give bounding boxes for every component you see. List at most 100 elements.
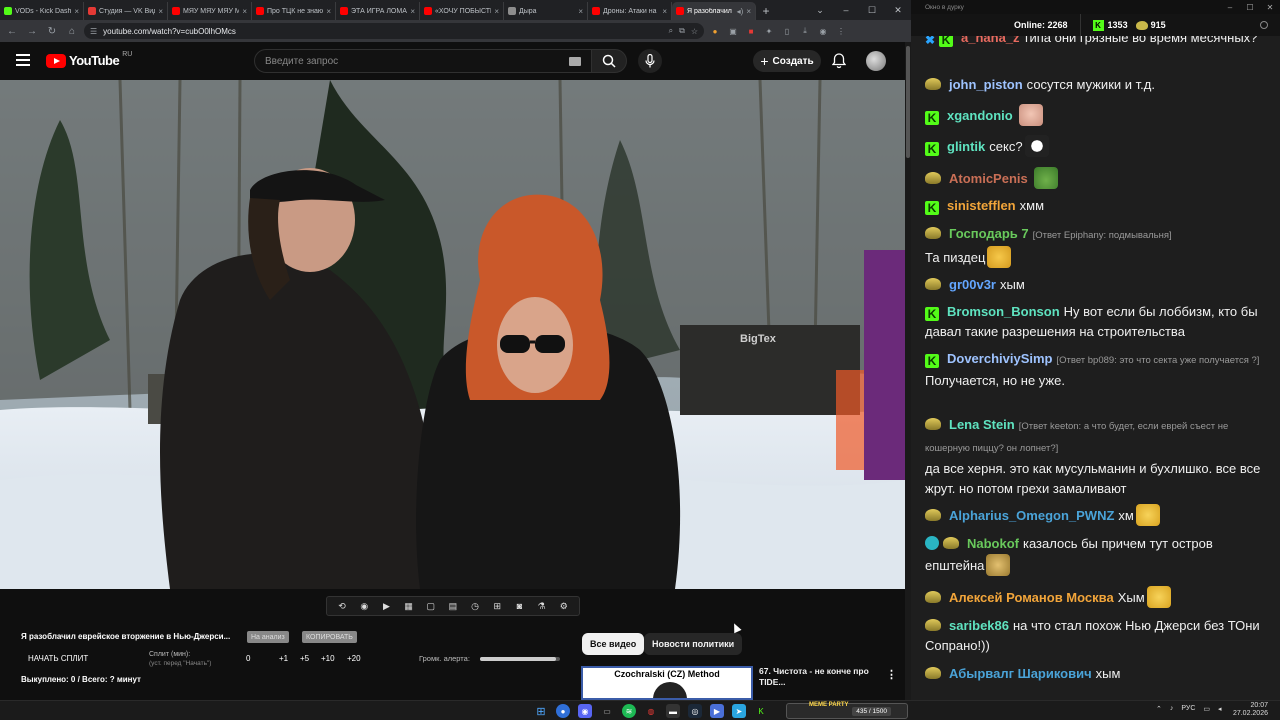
meme-party-widget[interactable]: MEME PARTY 435 / 1500 bbox=[786, 702, 908, 719]
close-icon[interactable]: × bbox=[746, 7, 751, 16]
extension-icon[interactable]: ▣ bbox=[726, 24, 740, 38]
sidebar-icon[interactable]: ▯ bbox=[780, 24, 794, 38]
minimize-icon[interactable]: – bbox=[1220, 3, 1240, 12]
chat-username[interactable]: Bromson_Bonson bbox=[947, 304, 1060, 319]
discord-icon[interactable]: ◉ bbox=[578, 704, 592, 718]
clapper-icon[interactable]: ▦ bbox=[403, 600, 415, 612]
close-icon[interactable]: × bbox=[410, 7, 415, 16]
keyboard-icon[interactable] bbox=[569, 57, 581, 66]
back-icon[interactable]: ← bbox=[4, 23, 20, 39]
split-plus-20[interactable]: +20 bbox=[347, 654, 361, 663]
filter-all-videos[interactable]: Все видео bbox=[582, 633, 645, 655]
split-plus-5[interactable]: +5 bbox=[300, 654, 309, 663]
camera-icon[interactable]: ◙ bbox=[513, 600, 525, 612]
chat-username[interactable]: Nabokof bbox=[967, 536, 1019, 551]
tab-6[interactable]: «ХОЧУ ПОБЫСТРЕ× bbox=[420, 2, 504, 20]
recommendation-thumbnail[interactable]: Czochralski (CZ) Method bbox=[581, 666, 753, 700]
create-button[interactable]: + Создать bbox=[753, 50, 821, 72]
close-icon[interactable]: × bbox=[74, 7, 79, 16]
chat-username[interactable]: Alpharius_Omegon_PWNZ bbox=[949, 508, 1114, 523]
split-plus-10[interactable]: +10 bbox=[321, 654, 335, 663]
tab-2[interactable]: Студия — VK Видео× bbox=[84, 2, 168, 20]
spotify-icon[interactable]: ≋ bbox=[622, 704, 636, 718]
close-icon[interactable]: ✕ bbox=[1260, 3, 1280, 12]
tab-8[interactable]: Дроны: Атаки на Б × bbox=[588, 2, 672, 20]
copy-chip[interactable]: КОПИРОВАТЬ bbox=[302, 631, 357, 643]
minimize-icon[interactable]: – bbox=[833, 0, 859, 20]
app-icon[interactable]: ▬ bbox=[666, 704, 680, 718]
more-options-icon[interactable]: ⋮ bbox=[886, 668, 897, 681]
chat-username[interactable]: AtomicPenis bbox=[949, 171, 1028, 186]
telegram-icon[interactable]: ➤ bbox=[732, 704, 746, 718]
folder-icon[interactable]: ▭ bbox=[600, 704, 614, 718]
chat-username[interactable]: DoverchiviySimp bbox=[947, 351, 1053, 366]
flask-icon[interactable]: ⚗ bbox=[536, 600, 548, 612]
chat-username[interactable]: a_nana_z bbox=[961, 36, 1020, 45]
chat-username[interactable]: Lena Stein bbox=[949, 417, 1015, 432]
profile-icon[interactable]: ◉ bbox=[816, 24, 830, 38]
scrollbar-thumb[interactable] bbox=[906, 46, 910, 158]
kick-app-icon[interactable]: K bbox=[754, 704, 768, 718]
tab-7[interactable]: Дыра × bbox=[504, 2, 588, 20]
speaker-icon[interactable]: ◂) bbox=[737, 7, 744, 16]
chat-username[interactable]: Алексей Романов Москва bbox=[949, 590, 1114, 605]
picture-in-picture-icon[interactable]: ▢ bbox=[425, 600, 437, 612]
voice-search-button[interactable] bbox=[638, 49, 662, 73]
start-split-button[interactable]: НАЧАТЬ СПЛИТ bbox=[28, 654, 88, 663]
new-tab-button[interactable]: + bbox=[756, 2, 776, 20]
hamburger-menu-icon[interactable] bbox=[16, 54, 30, 66]
chevron-up-icon[interactable]: ⌃ bbox=[1156, 705, 1162, 713]
home-icon[interactable]: ⌂ bbox=[64, 23, 80, 39]
site-info-icon[interactable]: ☰ bbox=[90, 27, 97, 36]
chat-username[interactable]: xgandonio bbox=[947, 108, 1013, 123]
forward-icon[interactable]: → bbox=[24, 23, 40, 39]
system-clock[interactable]: 20:07 27.02.2026 bbox=[1226, 702, 1268, 718]
chat-username[interactable]: glintik bbox=[947, 139, 985, 154]
speed-icon[interactable]: ◷ bbox=[469, 600, 481, 612]
chat-username[interactable]: sinistefflen bbox=[947, 198, 1016, 213]
media-player-icon[interactable]: ▶ bbox=[710, 704, 724, 718]
close-icon[interactable]: × bbox=[326, 7, 331, 16]
alert-volume-slider[interactable] bbox=[480, 657, 560, 661]
tab-5[interactable]: ЭТА ИГРА ЛОМАЕТ× bbox=[336, 2, 420, 20]
settings-gear-icon[interactable]: ⚙ bbox=[558, 600, 570, 612]
extension-icon[interactable]: ■ bbox=[744, 24, 758, 38]
maximize-icon[interactable]: ☐ bbox=[859, 0, 885, 20]
tab-4[interactable]: Про ТЦК не знают × bbox=[252, 2, 336, 20]
playback-icon[interactable]: ▶ bbox=[380, 600, 392, 612]
extension-icon[interactable]: ● bbox=[708, 24, 722, 38]
tab-active[interactable]: Я разоблачил ◂) × bbox=[672, 2, 756, 20]
settings-icon[interactable] bbox=[1260, 21, 1268, 29]
add-video-icon[interactable]: ⊞ bbox=[491, 600, 503, 612]
chat-username[interactable]: Господарь 7 bbox=[949, 226, 1029, 241]
search-input[interactable]: Введите запрос bbox=[254, 49, 592, 73]
obs-icon[interactable]: ◍ bbox=[644, 704, 658, 718]
close-icon[interactable]: × bbox=[242, 7, 247, 16]
translate-icon[interactable]: ⧉ bbox=[679, 26, 685, 36]
analyze-chip[interactable]: На анализ bbox=[247, 631, 289, 643]
close-window-icon[interactable]: ✕ bbox=[885, 0, 911, 20]
tab-search-icon[interactable]: ⌄ bbox=[807, 0, 833, 20]
chrome-icon[interactable]: ● bbox=[556, 704, 570, 718]
chat-username[interactable]: Абырвалг Шарикович bbox=[949, 666, 1092, 681]
bookmark-star-icon[interactable]: ☆ bbox=[691, 27, 698, 36]
loop-icon[interactable]: ⟲ bbox=[336, 600, 348, 612]
url-field[interactable]: ☰ youtube.com/watch?v=cubO0lhOMcs ⌕ ⧉ ☆ bbox=[84, 23, 704, 39]
filter-politics-news[interactable]: Новости политики bbox=[644, 633, 743, 655]
menu-icon[interactable]: ⋮ bbox=[834, 24, 848, 38]
split-plus-1[interactable]: +1 bbox=[279, 654, 288, 663]
recommendation-title[interactable]: 67. Чистота - не конче про TIDE... bbox=[759, 666, 877, 688]
tab-1[interactable]: VODs - Kick Dashb × bbox=[0, 2, 84, 20]
close-icon[interactable]: × bbox=[494, 7, 499, 16]
youtube-logo[interactable]: YouTube RU bbox=[46, 51, 132, 68]
search-button[interactable] bbox=[591, 49, 627, 73]
notifications-bell-icon[interactable] bbox=[832, 53, 846, 69]
split-value-0[interactable]: 0 bbox=[246, 654, 250, 663]
download-icon[interactable]: ⤓ bbox=[798, 24, 812, 38]
mic-icon[interactable]: ♪ bbox=[1170, 705, 1174, 713]
zoom-icon[interactable]: ⌕ bbox=[669, 26, 673, 36]
account-avatar[interactable] bbox=[866, 51, 886, 71]
steam-icon[interactable]: ◎ bbox=[688, 704, 702, 718]
chat-username[interactable]: gr00v3r bbox=[949, 277, 996, 292]
film-icon[interactable]: ▤ bbox=[447, 600, 459, 612]
